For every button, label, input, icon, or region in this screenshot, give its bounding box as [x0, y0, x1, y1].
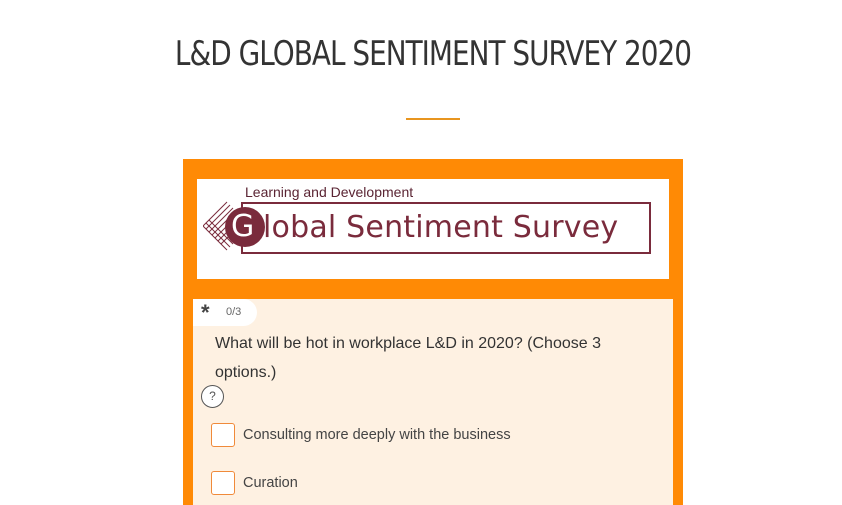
option-checkbox[interactable] [211, 423, 235, 447]
option-label: Curation [243, 475, 298, 491]
selection-counter: * 0/3 [193, 299, 257, 326]
survey-banner: Learning and Development G lobal Sentime… [197, 179, 669, 279]
option-label: Consulting more deeply with the business [243, 427, 511, 443]
banner-title: lobal Sentiment Survey [263, 210, 619, 245]
survey-frame: Learning and Development G lobal Sentime… [183, 159, 683, 505]
title-divider [406, 118, 460, 120]
question-panel: * 0/3 What will be hot in workplace L&D … [193, 299, 673, 505]
option-checkbox[interactable] [211, 471, 235, 495]
option-consulting[interactable]: Consulting more deeply with the business [211, 422, 651, 448]
page-title: L&D GLOBAL SENTIMENT SURVEY 2020 [174, 34, 692, 74]
option-curation[interactable]: Curation [211, 470, 651, 496]
counter-text: 0/3 [226, 306, 242, 318]
question-text: What will be hot in workplace L&D in 202… [215, 335, 601, 381]
help-button[interactable]: ? [201, 385, 224, 408]
logo-letter: G [231, 209, 255, 244]
asterisk-icon: * [201, 300, 210, 325]
banner-subtitle: Learning and Development [245, 184, 414, 200]
